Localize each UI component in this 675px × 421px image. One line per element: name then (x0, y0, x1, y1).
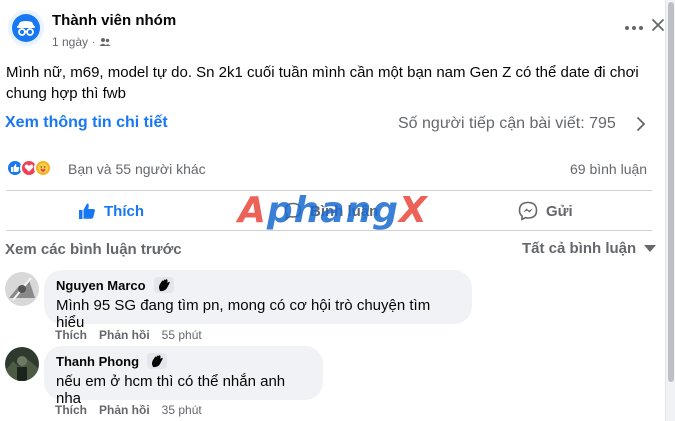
post-meta: 1 ngày · (52, 35, 111, 49)
comment-text: nếu em ở hcm thì có thể nhắn anh nha (56, 373, 286, 407)
caret-down-icon (644, 245, 657, 252)
comment-reply-button[interactable]: Phản hồi (99, 328, 150, 342)
comment-author[interactable]: Thanh Phong (56, 354, 139, 369)
like-label: Thích (104, 202, 144, 220)
comment-like-button[interactable]: Thích (55, 403, 87, 417)
view-details-link[interactable]: Xem thông tin chi tiết (5, 114, 168, 132)
more-dots-icon (625, 26, 629, 30)
reaction-icons[interactable] (6, 159, 52, 177)
scrollbar[interactable] (665, 0, 675, 421)
comment-author[interactable]: Nguyen Marco (56, 278, 146, 293)
divider (6, 230, 652, 231)
comment-bubble: Thanh Phong nếu em ở hcm thì có thể nhắn… (44, 346, 323, 407)
comment-filter-dropdown[interactable]: Tất cả bình luận (522, 240, 657, 257)
send-button[interactable]: Gửi (518, 194, 573, 228)
group-privacy-icon (99, 38, 111, 46)
comment-time[interactable]: 55 phút (162, 328, 202, 342)
comment-avatar[interactable] (5, 272, 39, 306)
aphangx-watermark: AphangX (238, 190, 428, 231)
close-icon[interactable] (650, 17, 666, 33)
meta-separator: · (92, 36, 96, 48)
post-reach[interactable]: Số người tiếp cận bài viết: 795 (398, 115, 616, 133)
post-time[interactable]: 1 ngày (52, 35, 88, 49)
watermark-last: X (398, 190, 428, 231)
like-button[interactable]: Thích (78, 194, 144, 228)
comment-actions: Thích Phản hồi 55 phút (55, 328, 202, 342)
waving-hand-icon (147, 353, 168, 369)
view-previous-comments[interactable]: Xem các bình luận trước (5, 241, 182, 258)
post-card: Thành viên nhóm 1 ngày · Mình nữ, m69, m… (0, 0, 665, 421)
reactions-summary[interactable]: Bạn và 55 người khác (68, 161, 206, 177)
comment-like-button[interactable]: Thích (55, 328, 87, 342)
post-body-text: Mình nữ, m69, model tự do. Sn 2k1 cuối t… (6, 64, 639, 102)
comment-actions: Thích Phản hồi 35 phút (55, 403, 202, 417)
watermark-middle: phang (266, 190, 399, 231)
post-author-name[interactable]: Thành viên nhóm (52, 12, 176, 29)
messenger-icon (518, 201, 538, 221)
comment-filter-label: Tất cả bình luận (522, 240, 637, 257)
incognito-member-icon (12, 14, 40, 42)
comment-text: Mình 95 SG đang tìm pn, mong có cơ hội t… (56, 297, 431, 331)
group-member-avatar[interactable] (8, 10, 44, 46)
comment-bubble: Nguyen Marco Mình 95 SG đang tìm pn, mon… (44, 270, 472, 331)
scrollbar-thumb[interactable] (668, 2, 674, 382)
waving-hand-icon (153, 277, 174, 293)
chevron-right-icon[interactable] (634, 115, 648, 133)
comment-count[interactable]: 69 bình luận (570, 161, 647, 177)
watermark-first: A (238, 190, 267, 231)
thumbs-up-icon (79, 203, 95, 219)
care-reaction-icon (34, 159, 52, 177)
comment-reply-button[interactable]: Phản hồi (99, 403, 150, 417)
more-options-button[interactable] (624, 20, 644, 36)
comment-time[interactable]: 35 phút (162, 403, 202, 417)
comment-avatar[interactable] (5, 347, 39, 381)
send-label: Gửi (546, 202, 573, 220)
